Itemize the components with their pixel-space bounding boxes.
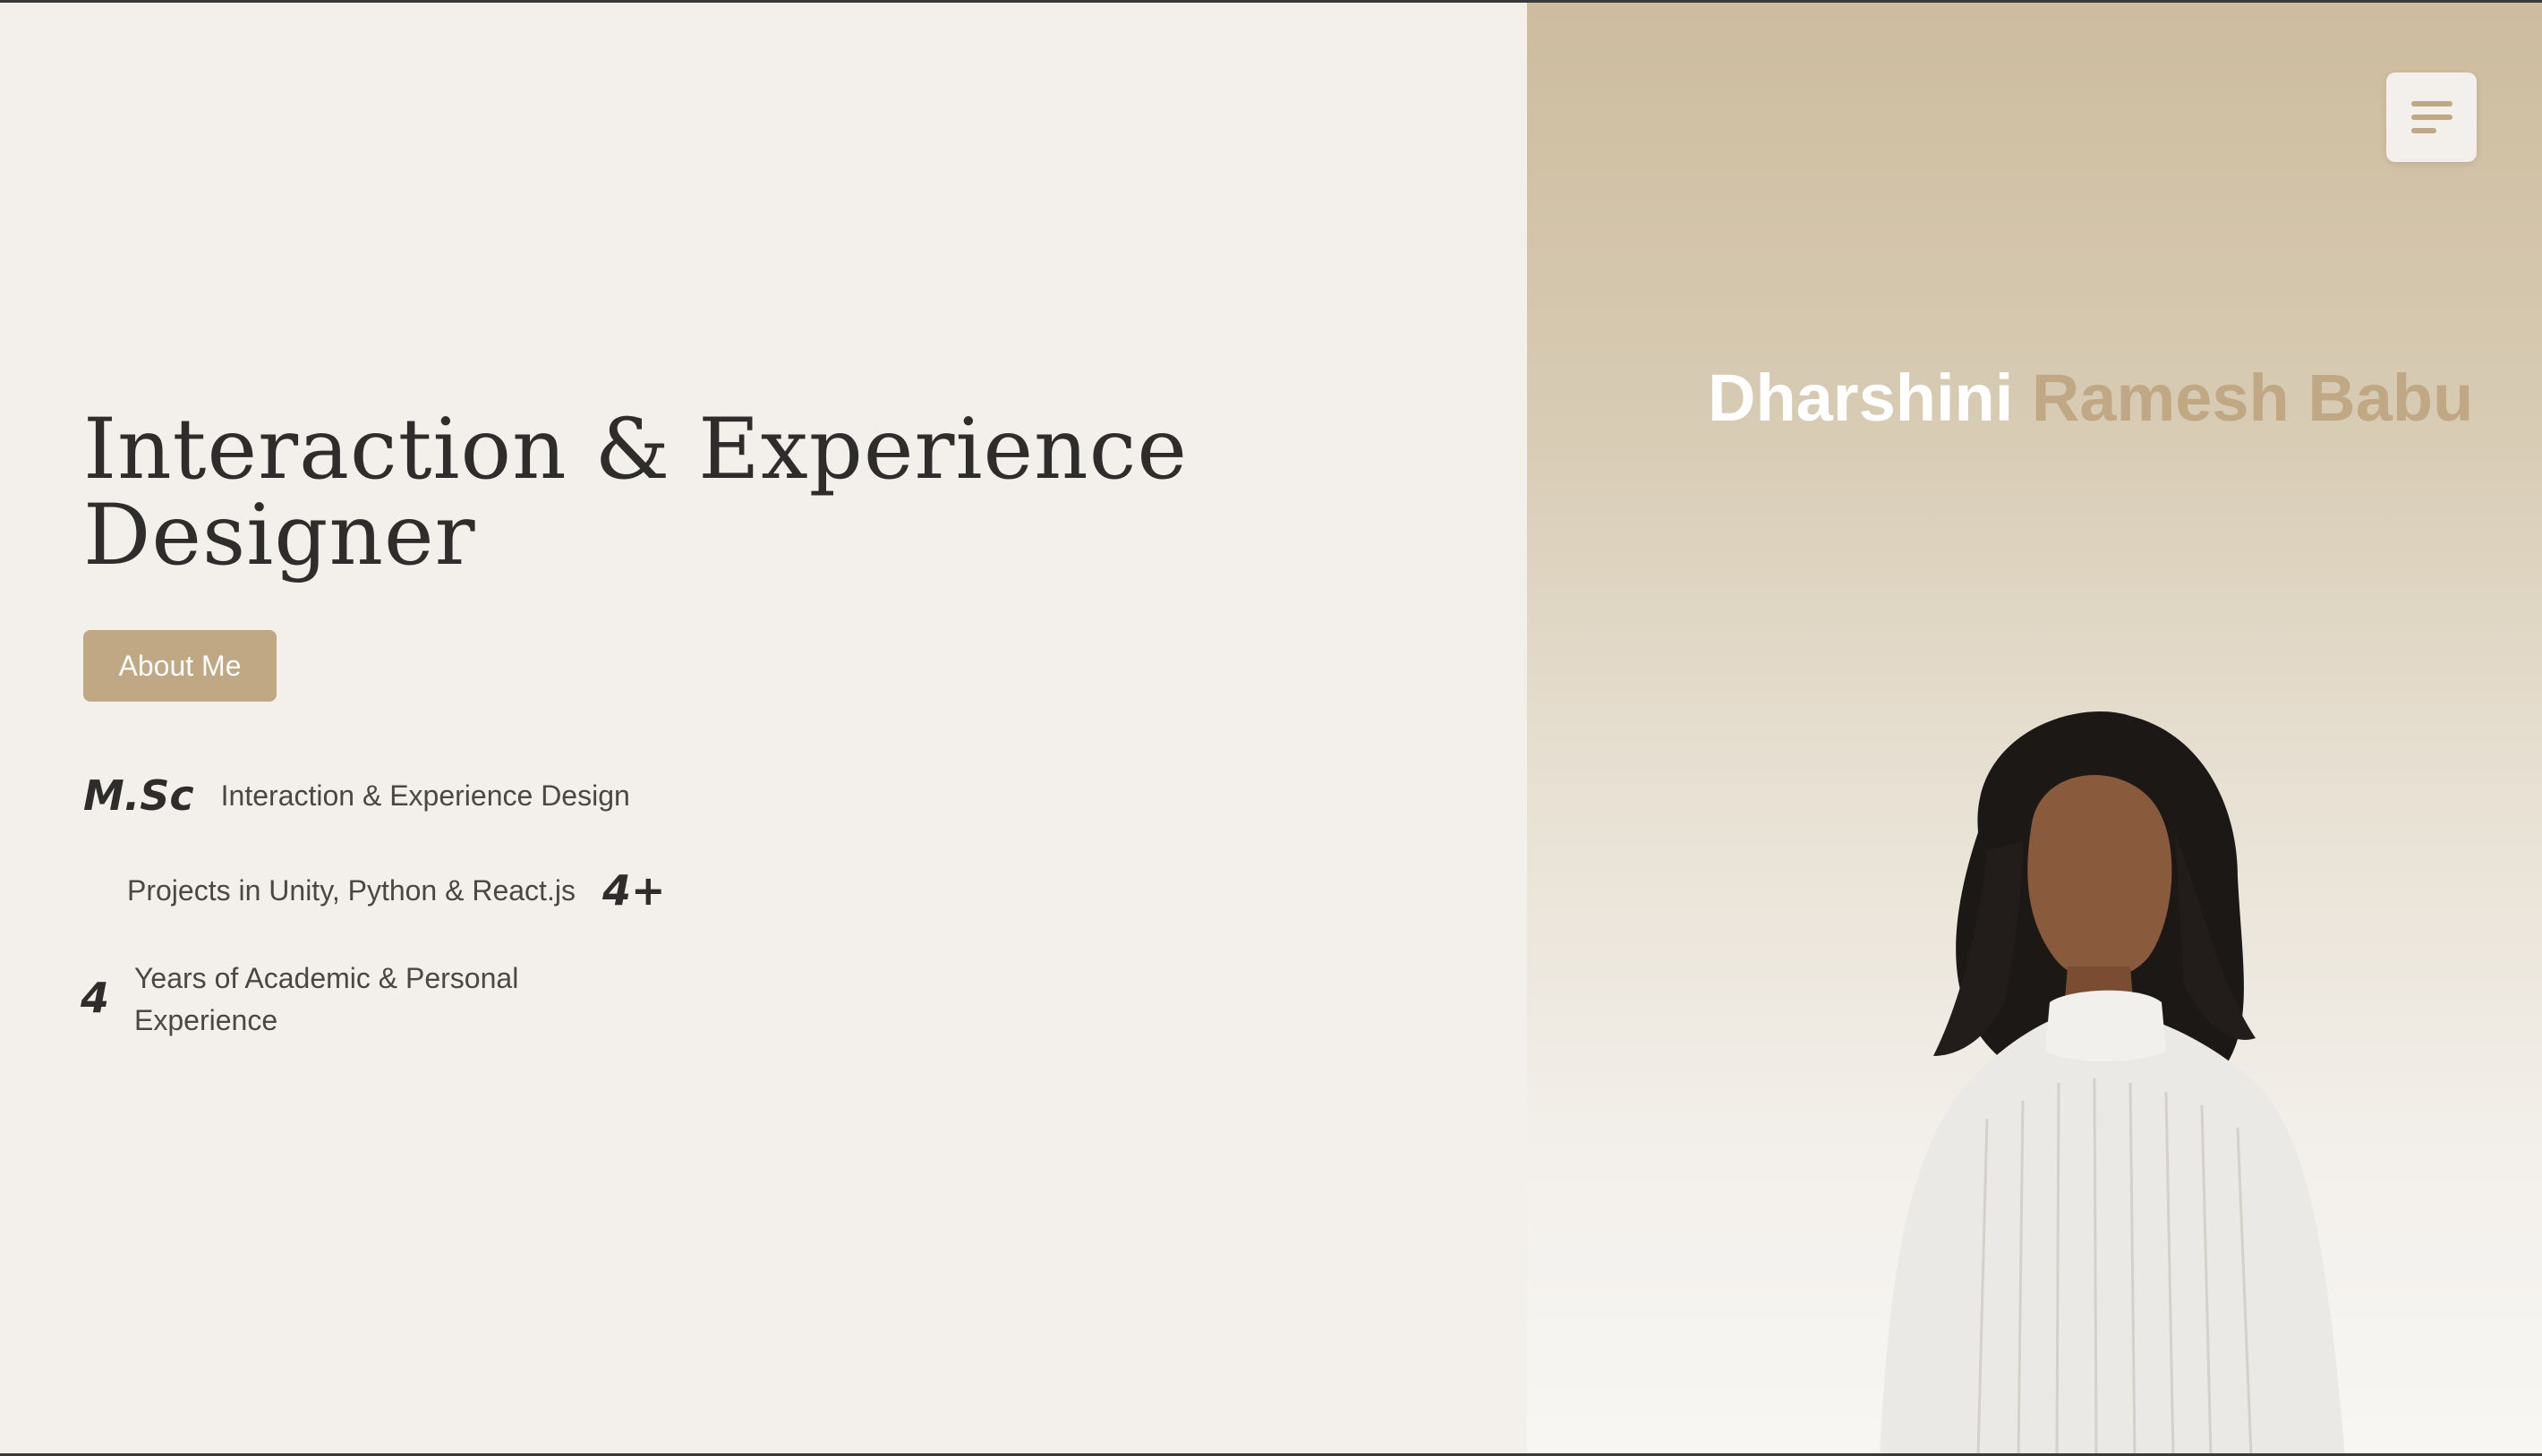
profile-photo — [1880, 711, 2345, 1453]
portrait-face — [2027, 775, 2172, 980]
menu-button[interactable] — [2386, 72, 2477, 162]
profile-section — [1527, 3, 2542, 1453]
profile-first-name: Dharshini — [1708, 361, 2014, 435]
hamburger-menu-icon — [2410, 101, 2452, 133]
stat-projects: Projects in Unity, Python & React.js 4+ — [127, 866, 666, 915]
stat-years-value: 4 — [81, 974, 110, 1022]
stat-years-label: Years of Academic & Personal Experience — [134, 962, 519, 1036]
about-me-button[interactable]: About Me — [83, 630, 277, 702]
portrait-collar — [2045, 990, 2166, 1062]
profile-last-name: Ramesh Babu — [2031, 361, 2474, 435]
stat-projects-value: 4+ — [601, 866, 666, 915]
hero-title: Interaction & Experience Designer — [83, 401, 1188, 584]
stat-degree-label: Interaction & Experience Design — [220, 779, 630, 812]
intro-section — [0, 3, 1527, 1453]
portrait-sweater — [1880, 1007, 2345, 1453]
stat-projects-label: Projects in Unity, Python & React.js — [127, 873, 576, 907]
profile-name: Dharshini Ramesh Babu — [1708, 358, 2513, 439]
stat-degree: M.Sc Interaction & Experience Design — [83, 771, 630, 820]
stat-years: 4 Years of Academic & Personal Experienc… — [81, 958, 600, 1042]
stat-degree-value: M.Sc — [83, 771, 194, 820]
